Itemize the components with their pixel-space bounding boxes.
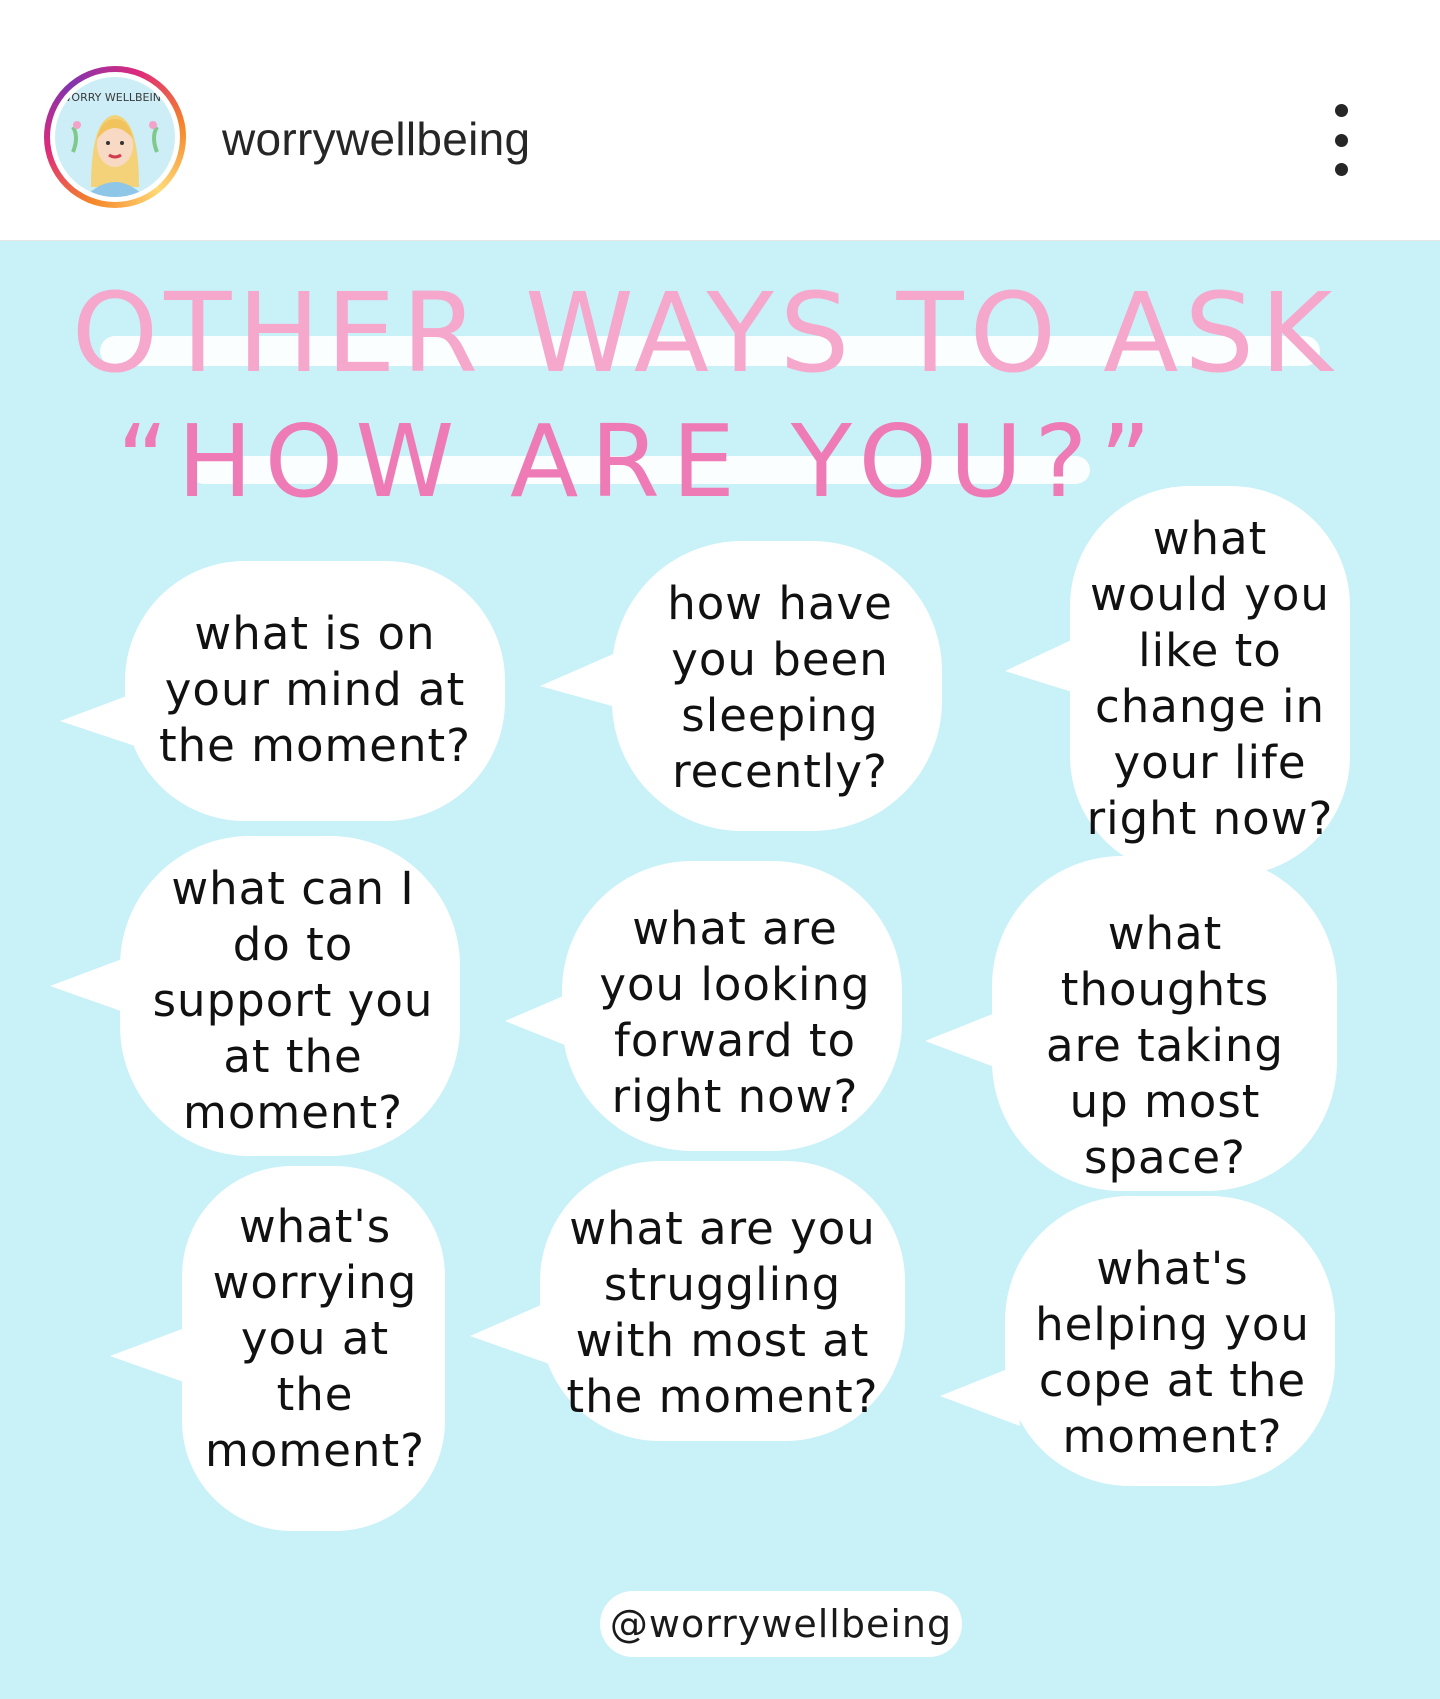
avatar[interactable]: WORRY WELLBEING [55, 77, 175, 197]
username[interactable]: worrywellbeing [222, 112, 530, 166]
question-4: what can I do to support you at the mome… [152, 862, 434, 1139]
avatar-logo-text: WORRY WELLBEING [61, 91, 170, 104]
question-5: what are you looking forward to right no… [599, 902, 871, 1123]
question-9: what's helping you cope at the moment? [1035, 1242, 1310, 1463]
more-options-icon[interactable] [1316, 100, 1366, 180]
question-8: what are you struggling with most at the… [566, 1202, 879, 1423]
post-image[interactable]: OTHER WAYS TO ASK “HOW ARE YOU?” what is… [0, 241, 1440, 1699]
question-3: what would you like to change in your li… [1086, 512, 1334, 845]
watermark-handle: @worrywellbeing [609, 1602, 953, 1646]
story-ring[interactable]: WORRY WELLBEING [44, 66, 186, 208]
question-1: what is on your mind at the moment? [158, 607, 472, 772]
question-2: how have you been sleeping recently? [667, 577, 893, 798]
question-7: what's worrying you at the moment? [205, 1200, 425, 1477]
avatar-illustration: WORRY WELLBEING [61, 91, 170, 197]
post-header: WORRY WELLBEING worrywellbeing [0, 0, 1440, 241]
question-6: what thoughts are taking up most space? [1046, 907, 1284, 1184]
